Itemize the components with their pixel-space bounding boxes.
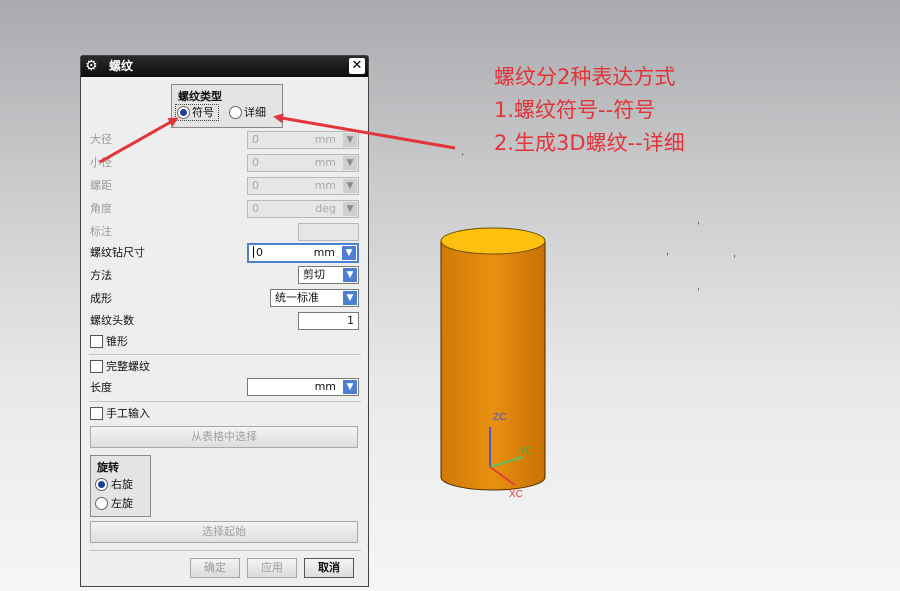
arrow-to-symbolic (99, 117, 179, 164)
viewport-mark: · (461, 150, 465, 161)
arrow-to-detailed (273, 113, 456, 150)
viewport-mark: ˌ (697, 215, 700, 226)
viewport-mark: ˌ (733, 248, 736, 259)
viewport-mark: ˌ (666, 246, 669, 257)
viewport-mark: ˌ (697, 281, 700, 292)
xc-label: XC (509, 489, 523, 500)
yc-label: YC (519, 446, 533, 457)
cylinder-model (440, 227, 546, 491)
zc-label: ZC (493, 412, 507, 423)
cylinder-top-face (440, 227, 546, 255)
